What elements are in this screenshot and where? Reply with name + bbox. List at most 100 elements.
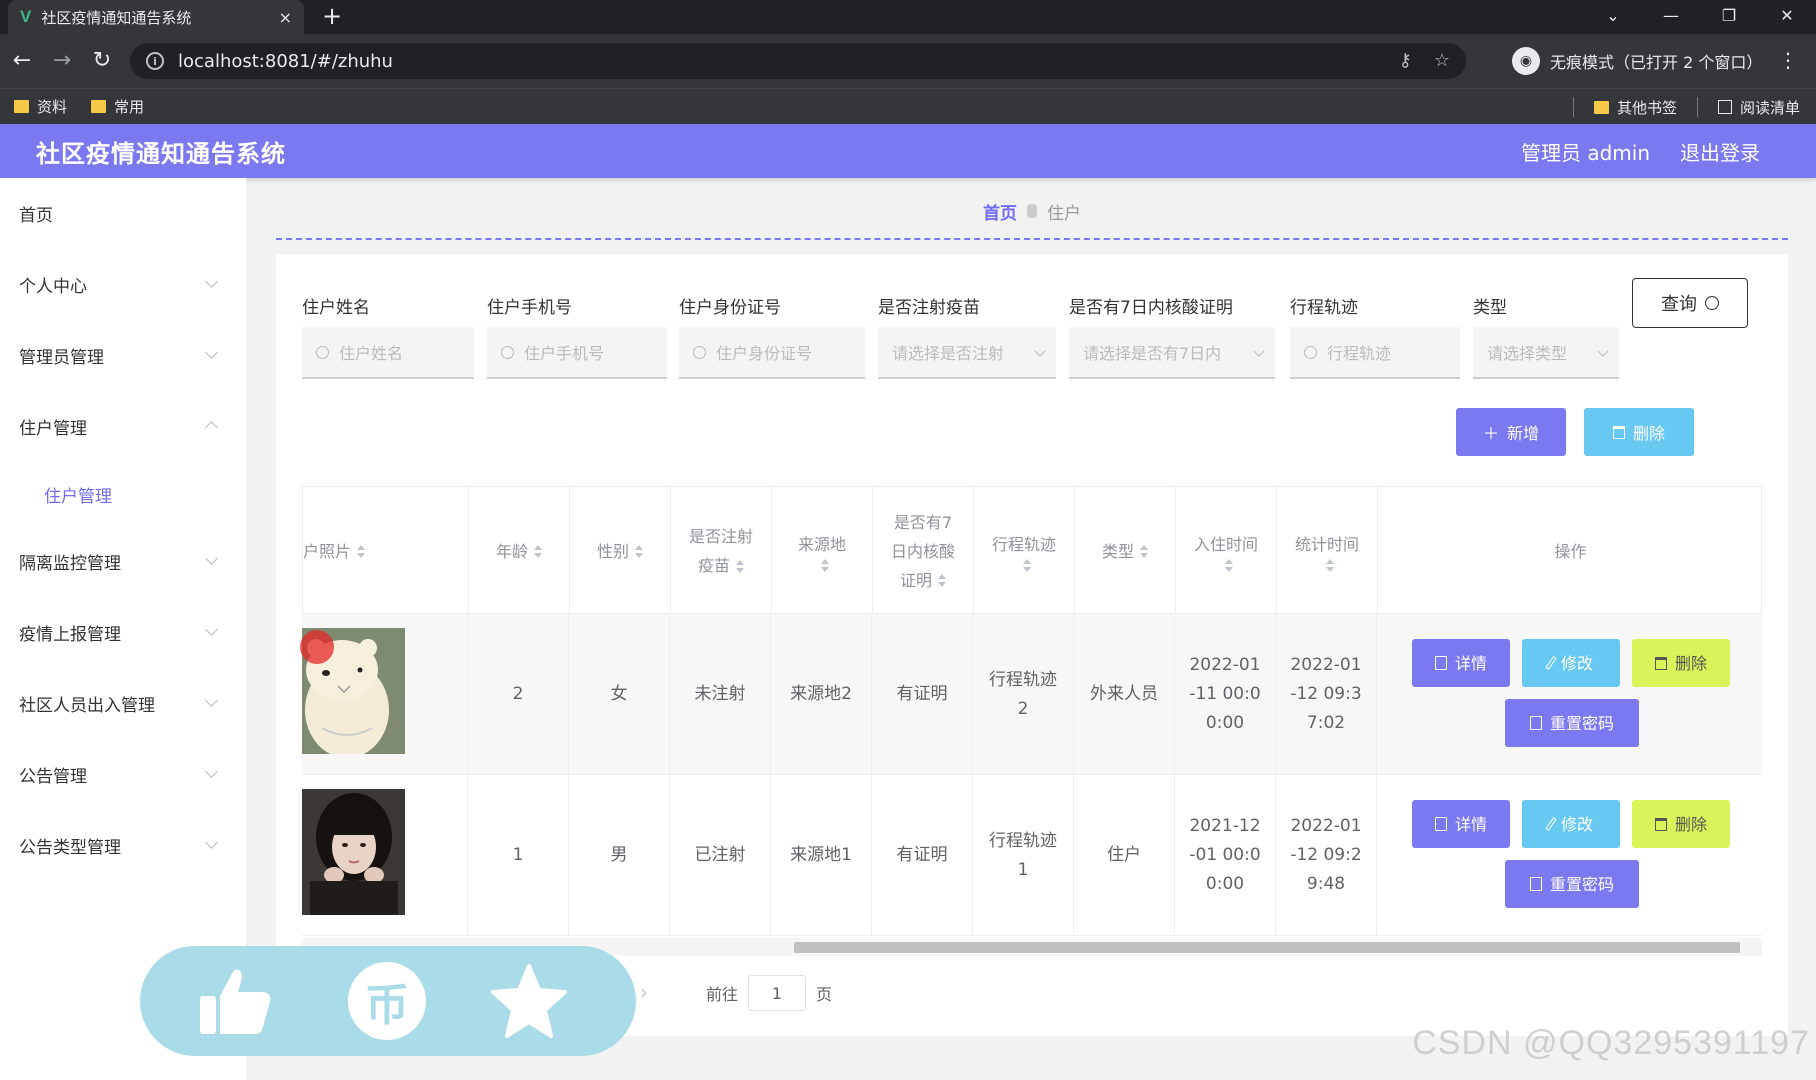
reset-password-button[interactable]: 重置密码 bbox=[1505, 699, 1639, 747]
column-header-gender[interactable]: 性别 bbox=[570, 487, 671, 615]
scrollbar-thumb[interactable] bbox=[794, 942, 1740, 953]
button-label: 修改 bbox=[1560, 653, 1593, 673]
sidebar-item-label: 疫情上报管理 bbox=[19, 625, 121, 645]
cell-stat: 2022-01 -12 09:3 7:02 bbox=[1276, 614, 1377, 775]
header-label: 疫苗 bbox=[697, 556, 730, 575]
bookmark-folder[interactable]: 常用 bbox=[91, 96, 144, 117]
cell-text: -01 00:0 bbox=[1189, 845, 1261, 865]
filter-label-trace: 行程轨迹 bbox=[1290, 298, 1358, 318]
sort-icon bbox=[1225, 558, 1233, 573]
sidebar-item-profile[interactable]: 个人中心 bbox=[0, 249, 246, 320]
next-page-icon[interactable]: › bbox=[640, 980, 648, 1004]
detail-button[interactable]: 详情 bbox=[1412, 639, 1510, 687]
column-header-checkin[interactable]: 入住时间 bbox=[1176, 487, 1277, 615]
page-number-input[interactable]: 1 bbox=[748, 975, 807, 1011]
browser-menu-icon[interactable]: ⋮ bbox=[1778, 48, 1798, 72]
column-header-age[interactable]: 年龄 bbox=[469, 487, 570, 615]
sidebar-item-admin[interactable]: 管理员管理 bbox=[0, 320, 246, 391]
cell-text: 2021-12 bbox=[1189, 816, 1261, 836]
divider bbox=[1696, 97, 1698, 117]
minimize-icon[interactable]: — bbox=[1648, 0, 1694, 30]
chevron-up-icon bbox=[205, 421, 218, 434]
sidebar-item-access[interactable]: 社区人员出入管理 bbox=[0, 668, 246, 739]
tab-close-icon[interactable]: × bbox=[279, 8, 292, 27]
cell-age: 2 bbox=[468, 614, 569, 775]
column-header-trace[interactable]: 行程轨迹 bbox=[974, 487, 1075, 615]
button-label: 重置密码 bbox=[1549, 874, 1614, 894]
logout-button[interactable]: 退出登录 bbox=[1680, 137, 1760, 166]
delete-button[interactable]: 删除 bbox=[1632, 800, 1730, 848]
query-button-label: 查询 bbox=[1661, 294, 1697, 315]
cursor-highlight bbox=[300, 630, 334, 664]
filter-label-vaccine: 是否注射疫苗 bbox=[878, 298, 980, 318]
sidebar-item-report[interactable]: 疫情上报管理 bbox=[0, 597, 246, 668]
forward-icon[interactable]: → bbox=[48, 46, 76, 74]
document-icon bbox=[1529, 877, 1542, 891]
close-window-icon[interactable]: ✕ bbox=[1764, 0, 1810, 30]
column-header-photo[interactable]: 户照片 bbox=[303, 487, 469, 615]
name-search-input[interactable]: 住户姓名 bbox=[302, 327, 474, 379]
key-icon[interactable]: ⚷ bbox=[1399, 50, 1412, 71]
batch-delete-button[interactable]: 删除 bbox=[1584, 408, 1694, 456]
sort-icon bbox=[534, 545, 542, 559]
column-header-vaccine[interactable]: 是否注射疫苗 bbox=[671, 487, 772, 615]
column-header-stat[interactable]: 统计时间 bbox=[1277, 487, 1378, 615]
resident-photo[interactable] bbox=[302, 789, 405, 915]
coin-icon[interactable]: 币 bbox=[348, 962, 426, 1040]
cell-gender: 男 bbox=[569, 775, 670, 936]
sidebar-item-label: 社区人员出入管理 bbox=[19, 696, 155, 716]
edit-button[interactable]: 修改 bbox=[1522, 639, 1620, 687]
site-info-icon[interactable]: i bbox=[146, 52, 164, 70]
incognito-indicator[interactable]: ◉ 无痕模式（已打开 2 个窗口） bbox=[1512, 45, 1762, 77]
phone-search-input[interactable]: 住户手机号 bbox=[487, 327, 667, 379]
trace-search-input[interactable]: 行程轨迹 bbox=[1290, 327, 1460, 379]
header-label: 来源地 bbox=[797, 534, 846, 554]
header-label: 是否注射 bbox=[688, 527, 753, 546]
type-select[interactable]: 请选择类型 bbox=[1473, 327, 1619, 379]
reset-password-button[interactable]: 重置密码 bbox=[1505, 860, 1639, 908]
select-placeholder: 请选择类型 bbox=[1487, 344, 1568, 363]
star-icon[interactable] bbox=[490, 962, 568, 1040]
edit-button[interactable]: 修改 bbox=[1522, 800, 1620, 848]
reload-icon[interactable]: ↻ bbox=[88, 46, 116, 74]
sidebar-item-isolation[interactable]: 隔离监控管理 bbox=[0, 526, 246, 597]
cell-age: 1 bbox=[468, 775, 569, 936]
watermark: CSDN @QQ3295391197 bbox=[1412, 1024, 1810, 1062]
cell-text: -11 00:0 bbox=[1189, 684, 1261, 704]
reading-list[interactable]: 阅读清单 bbox=[1717, 97, 1800, 118]
idcard-search-input[interactable]: 住户身份证号 bbox=[679, 327, 865, 379]
address-bar[interactable]: i localhost:8081/#/zhuhu ⚷ ☆ bbox=[130, 43, 1466, 79]
vaccine-select[interactable]: 请选择是否注射 bbox=[878, 327, 1056, 379]
browser-tab[interactable]: V 社区疫情通知通告系统 × bbox=[8, 0, 304, 34]
sidebar-item-notices[interactable]: 公告管理 bbox=[0, 739, 246, 810]
detail-button[interactable]: 详情 bbox=[1412, 800, 1510, 848]
sidebar-subitem-residents[interactable]: 住户管理 bbox=[0, 462, 246, 526]
sidebar-item-label: 住户管理 bbox=[44, 486, 112, 507]
column-header-nucleic[interactable]: 是否有7 日内核酸 证明 bbox=[873, 487, 974, 615]
app-title: 社区疫情通知通告系统 bbox=[36, 139, 286, 168]
sidebar-item-home[interactable]: 首页 bbox=[0, 178, 246, 249]
nucleic-select[interactable]: 请选择是否有7日内 bbox=[1069, 327, 1275, 379]
new-tab-button[interactable]: + bbox=[322, 2, 342, 30]
bookmark-star-icon[interactable]: ☆ bbox=[1434, 50, 1450, 71]
add-button[interactable]: ＋ 新增 bbox=[1456, 408, 1566, 456]
delete-button[interactable]: 删除 bbox=[1632, 639, 1730, 687]
back-icon[interactable]: ← bbox=[8, 46, 36, 74]
header-label: 行程轨迹 bbox=[991, 534, 1056, 554]
sidebar-item-residents[interactable]: 住户管理 bbox=[0, 391, 246, 462]
thumbs-up-icon[interactable] bbox=[196, 962, 274, 1040]
tab-search-icon[interactable]: ⌄ bbox=[1590, 0, 1636, 30]
other-bookmarks[interactable]: 其他书签 bbox=[1593, 97, 1677, 118]
button-label: 删除 bbox=[1674, 814, 1707, 834]
query-button[interactable]: 查询 bbox=[1632, 278, 1748, 328]
restore-icon[interactable]: ❐ bbox=[1706, 0, 1752, 30]
column-header-type[interactable]: 类型 bbox=[1075, 487, 1176, 615]
bookmark-folder[interactable]: 资料 bbox=[14, 96, 67, 117]
sort-icon bbox=[736, 559, 744, 574]
header-label: 操作 bbox=[1554, 541, 1587, 561]
sidebar-item-notice-types[interactable]: 公告类型管理 bbox=[0, 810, 246, 881]
column-header-origin[interactable]: 来源地 bbox=[772, 487, 873, 615]
bookmarks-bar: 资料 常用 其他书签 阅读清单 bbox=[0, 88, 1816, 124]
breadcrumb: 首页 住户 bbox=[276, 196, 1788, 240]
breadcrumb-home[interactable]: 首页 bbox=[983, 199, 1017, 224]
